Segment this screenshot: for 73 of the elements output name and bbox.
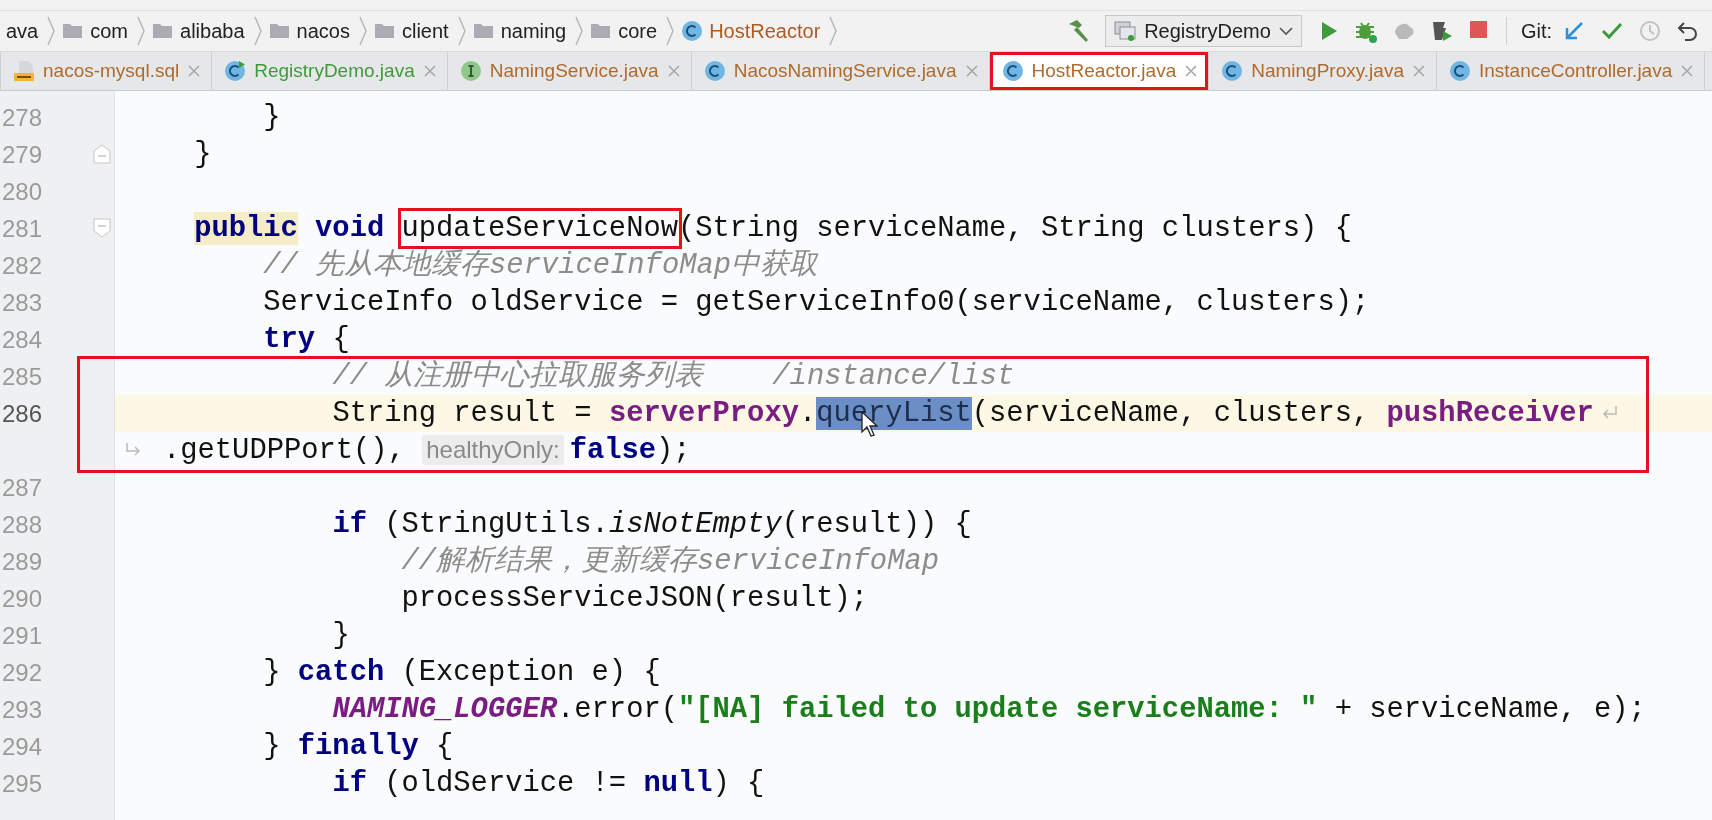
- breadcrumb-item[interactable]: naming: [466, 19, 575, 43]
- breadcrumb-item[interactable]: com: [56, 19, 137, 43]
- line-number: 279: [0, 140, 42, 169]
- breadcrumb-item[interactable]: core: [584, 19, 666, 43]
- code-line: try {: [262, 322, 351, 358]
- caret-icon: [1278, 26, 1293, 36]
- class-run-icon: [224, 60, 247, 82]
- close-icon[interactable]: [964, 64, 979, 78]
- line-number: 292: [0, 658, 42, 687]
- undo-arrow-icon[interactable]: [1676, 19, 1700, 43]
- chevron-icon: [252, 16, 263, 46]
- close-icon[interactable]: [1680, 64, 1695, 78]
- chevron-icon: [574, 16, 585, 46]
- line-number: 290: [0, 584, 42, 613]
- line-number: 287: [0, 473, 42, 502]
- code-line: }: [331, 618, 351, 654]
- close-icon[interactable]: [422, 64, 437, 78]
- close-icon[interactable]: [1411, 64, 1426, 78]
- line-number: 293: [0, 695, 42, 724]
- chevron-icon: [828, 16, 839, 46]
- code-line: ServiceInfo oldService = getServiceInfo0(serviceName, clusters);: [262, 285, 1371, 321]
- breadcrumb-item[interactable]: alibaba: [146, 19, 253, 43]
- chevron-icon: [357, 16, 368, 46]
- chevron-icon: [456, 16, 467, 46]
- line-number: 280: [0, 177, 42, 206]
- run-configuration-dropdown[interactable]: RegistryDemo: [1105, 15, 1302, 47]
- line-number: 281: [0, 214, 42, 243]
- interface-icon: [459, 60, 482, 82]
- class-icon: [1001, 60, 1024, 82]
- chevron-icon: [665, 16, 676, 46]
- chevron-icon: [136, 16, 147, 46]
- code-line: if (oldService != null) {: [331, 766, 766, 802]
- code-line: //解析结果，更新缓存serviceInfoMap: [400, 544, 940, 580]
- line-number: 294: [0, 732, 42, 761]
- window-icon: [1114, 20, 1137, 42]
- class-icon: [1221, 60, 1244, 82]
- line-number: 295: [0, 769, 42, 798]
- class-icon: [703, 60, 726, 82]
- line-number: 291: [0, 621, 42, 650]
- line-number: 286: [0, 399, 42, 428]
- line-number: 289: [0, 547, 42, 576]
- code-line: }: [193, 137, 213, 173]
- code-line: .getUDPPort(), healthyOnly: false);: [115, 432, 1712, 469]
- fold-icon[interactable]: [93, 218, 111, 238]
- close-icon[interactable]: [187, 64, 202, 78]
- breadcrumb-item[interactable]: client: [367, 19, 457, 43]
- git-label: Git:: [1520, 19, 1552, 43]
- code-line: }: [262, 100, 282, 136]
- line-number: 283: [0, 288, 42, 317]
- close-icon[interactable]: [666, 64, 681, 78]
- line-number: 282: [0, 251, 42, 280]
- sql-file-icon: [13, 60, 35, 82]
- code-line: } finally {: [262, 729, 455, 765]
- class-icon: [681, 20, 704, 42]
- breadcrumb-item[interactable]: ava: [0, 19, 47, 43]
- fold-icon[interactable]: [93, 144, 111, 164]
- breadcrumb-item[interactable]: nacos: [262, 19, 358, 43]
- line-number: 278: [0, 103, 42, 132]
- line-number: 284: [0, 325, 42, 354]
- line-number: 285: [0, 362, 42, 391]
- code-line: } catch (Exception e) {: [262, 655, 662, 691]
- code-line: if (StringUtils.isNotEmpty(result)) {: [331, 507, 973, 543]
- editor-tab[interactable]: HostReactor.java: [989, 52, 1210, 90]
- code-line: NAMING_LOGGER.error("[NA] failed to update serviceName: " + serviceName, e);: [331, 692, 1647, 728]
- class-icon: [1448, 60, 1471, 82]
- breadcrumb-item[interactable]: HostReactor: [675, 19, 829, 43]
- code-line: processServiceJSON(result);: [400, 581, 870, 617]
- line-number: 288: [0, 510, 42, 539]
- code-line: // 从注册中心拉取服务列表 /instance/list: [331, 358, 1016, 395]
- chevron-icon: [46, 16, 57, 46]
- code-line: // 先从本地缓存serviceInfoMap中获取: [262, 248, 820, 284]
- close-icon[interactable]: [1184, 64, 1199, 78]
- clock-icon[interactable]: [1638, 19, 1662, 43]
